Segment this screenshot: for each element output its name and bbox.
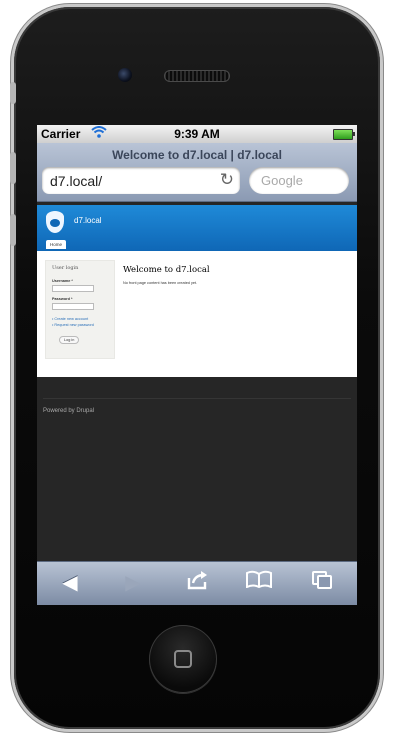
password-label: Password * <box>52 297 73 301</box>
home-square-icon <box>174 650 192 668</box>
forward-icon[interactable]: ▶ <box>118 570 148 595</box>
login-button[interactable]: Log in <box>59 336 80 344</box>
mute-switch <box>10 82 16 104</box>
address-text: d7.local/ <box>50 173 103 189</box>
volume-up-button <box>10 152 16 184</box>
main-heading: Welcome to d7.local <box>123 265 210 275</box>
device-screen: Carrier 9:39 AM Welcome to d7.local | d7… <box>37 125 357 605</box>
request-password-link[interactable]: • Request new password <box>52 323 94 327</box>
address-field[interactable]: d7.local/ ↻ <box>42 167 240 194</box>
powered-by-text: Powered by Drupal <box>43 408 95 414</box>
earpiece-speaker <box>164 70 230 82</box>
browser-chrome: Welcome to d7.local | d7.local d7.local/… <box>37 143 357 202</box>
search-placeholder: Google <box>261 173 303 188</box>
share-icon[interactable] <box>183 570 213 596</box>
create-account-link[interactable]: • Create new account <box>52 317 88 321</box>
search-field[interactable]: Google <box>249 167 349 194</box>
username-input[interactable] <box>52 285 94 292</box>
back-icon[interactable]: ◀ <box>55 570 85 595</box>
status-bar: Carrier 9:39 AM <box>37 125 357 143</box>
page-content: User login Username * Password * • Creat… <box>37 251 357 377</box>
home-button[interactable] <box>149 625 217 693</box>
user-login-block: User login Username * Password * • Creat… <box>45 260 115 359</box>
site-name-link[interactable]: d7.local <box>74 216 102 225</box>
main-message: No front page content has been created y… <box>123 281 198 285</box>
footer-divider <box>43 398 351 399</box>
tab-home[interactable]: Home <box>46 240 67 249</box>
password-input[interactable] <box>52 303 94 310</box>
login-block-title: User login <box>52 265 79 271</box>
bookmarks-icon[interactable] <box>244 570 274 594</box>
battery-icon <box>333 129 355 140</box>
site-header: d7.local Home <box>37 205 357 251</box>
front-camera-icon <box>118 68 132 82</box>
status-time: 9:39 AM <box>174 127 220 141</box>
page-title: Welcome to d7.local | d7.local <box>112 148 282 162</box>
volume-down-button <box>10 214 16 246</box>
browser-toolbar: ◀ ▶ <box>37 561 357 605</box>
username-label: Username * <box>52 279 73 283</box>
reload-icon[interactable]: ↻ <box>220 170 234 190</box>
pages-icon[interactable] <box>307 570 337 596</box>
drupal-logo-icon[interactable] <box>46 211 64 233</box>
